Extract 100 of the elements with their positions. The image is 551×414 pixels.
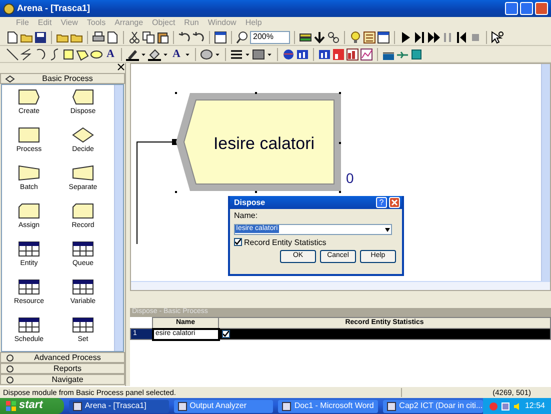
selection-handle[interactable] — [339, 142, 341, 144]
app-icon — [72, 402, 82, 410]
ellipse-icon[interactable] — [90, 48, 103, 60]
palette-icon[interactable] — [200, 48, 213, 60]
globe-icon[interactable] — [282, 48, 295, 60]
taskbar-button[interactable]: Cap2 ICT (Doar in citi... — [383, 400, 483, 412]
help-button[interactable]: ? — [376, 197, 387, 208]
table-module-icon[interactable] — [18, 279, 40, 295]
printer-icon[interactable] — [92, 30, 105, 44]
task-label: Arena - [Trasca1] — [84, 401, 146, 411]
window-title: Arena - [Trasca1] — [17, 3, 90, 14]
save-icon[interactable] — [34, 30, 47, 44]
dispose-module-shape[interactable] — [176, 93, 341, 191]
panel-title: Basic Process — [41, 74, 94, 84]
dropdown-caret-icon — [384, 226, 391, 233]
pattern-icon[interactable] — [252, 48, 265, 60]
line-icon[interactable] — [6, 48, 19, 60]
table-module-icon[interactable] — [18, 241, 40, 257]
paste-icon[interactable] — [156, 30, 169, 44]
table-module-icon[interactable] — [72, 241, 94, 257]
arc-icon[interactable] — [34, 48, 47, 60]
windows-logo-icon — [6, 401, 16, 411]
close-button[interactable] — [535, 2, 548, 15]
panel-header[interactable]: Advanced Process — [0, 352, 125, 363]
module-label: Iesire calatori — [213, 134, 315, 153]
down-arrow-icon[interactable] — [313, 30, 326, 44]
rectangle-icon[interactable] — [62, 48, 75, 60]
fill-color-icon[interactable] — [148, 48, 161, 60]
selection-handle[interactable] — [175, 191, 177, 193]
station-icon[interactable] — [410, 48, 423, 60]
rewind-icon[interactable] — [455, 30, 468, 44]
start-button[interactable]: start — [0, 398, 64, 414]
selection-handle[interactable] — [339, 191, 341, 193]
line-width-icon[interactable] — [230, 48, 243, 60]
app-icon — [178, 402, 187, 410]
list-icon[interactable] — [363, 30, 376, 44]
bar-chart-icon[interactable] — [332, 48, 345, 60]
taskbar-button[interactable]: Output Analyzer — [174, 400, 274, 412]
module-shape-icon[interactable] — [18, 165, 40, 181]
copy-icon[interactable] — [142, 30, 155, 44]
line-color-icon[interactable] — [126, 48, 139, 60]
panel-header[interactable]: Navigate — [0, 374, 125, 385]
text-tool[interactable]: A — [104, 48, 117, 60]
table-module-icon[interactable] — [72, 279, 94, 295]
chart-icon[interactable] — [296, 48, 309, 60]
vertical-scrollbar[interactable] — [114, 85, 123, 351]
module-shape-icon[interactable] — [18, 127, 40, 143]
window-icon[interactable] — [214, 30, 227, 44]
field-label: Name: — [234, 211, 259, 221]
module-shape-icon[interactable] — [18, 89, 40, 105]
module-shape-icon[interactable] — [72, 89, 94, 105]
module-shape-icon[interactable] — [72, 165, 94, 181]
polygon-icon[interactable] — [76, 48, 89, 60]
task-label: Output Analyzer — [190, 401, 247, 411]
bulb-icon[interactable] — [349, 30, 362, 44]
vertical-scrollbar[interactable] — [541, 64, 550, 281]
panel-header[interactable]: Reports — [0, 363, 125, 374]
curve-icon[interactable] — [48, 48, 61, 60]
undo-icon[interactable] — [192, 30, 205, 44]
close-button[interactable] — [389, 197, 400, 208]
diamond-module-icon[interactable] — [72, 127, 94, 143]
step-icon[interactable] — [413, 30, 426, 44]
panel-title: Reports — [52, 364, 82, 374]
selection-handle[interactable] — [175, 92, 177, 94]
taskbar-button[interactable]: Arena - [Trasca1] — [68, 400, 169, 412]
start-label: start — [19, 399, 43, 413]
horizontal-scrollbar[interactable] — [131, 281, 550, 290]
taskbar-button[interactable]: Doc1 - Microsoft Word — [278, 400, 378, 412]
app-icon — [282, 402, 292, 410]
polyline-icon[interactable] — [20, 48, 33, 60]
chart-icon[interactable] — [318, 48, 331, 60]
maximize-button[interactable] — [520, 2, 533, 15]
layers-icon[interactable] — [299, 30, 312, 44]
connect-icon[interactable] — [327, 30, 340, 44]
undo-icon[interactable] — [178, 30, 191, 44]
zoom-icon[interactable] — [236, 30, 249, 44]
task-label: Doc1 - Microsoft Word — [294, 401, 374, 411]
minimize-button[interactable] — [505, 2, 518, 15]
app-icon — [387, 402, 396, 410]
plot-icon[interactable] — [360, 48, 373, 60]
selection-handle[interactable] — [255, 191, 257, 193]
text-color-tool[interactable]: A — [170, 48, 183, 60]
close-icon[interactable] — [117, 63, 125, 71]
module-shape-icon[interactable] — [72, 203, 94, 219]
selection-handle[interactable] — [339, 92, 341, 94]
checkbox[interactable] — [234, 238, 242, 246]
window-icon[interactable] — [377, 30, 390, 44]
histogram-icon[interactable] — [346, 48, 359, 60]
check-icon — [235, 239, 241, 246]
network-icon[interactable] — [500, 402, 510, 410]
zoom-combo[interactable]: 200% — [250, 30, 290, 44]
module-shape-icon[interactable] — [18, 203, 40, 219]
table-module-icon[interactable] — [18, 317, 40, 333]
panel-header[interactable]: Basic Process — [0, 73, 125, 84]
selection-handle[interactable] — [255, 92, 257, 94]
table-checkbox[interactable] — [222, 330, 230, 338]
table-module-icon[interactable] — [72, 317, 94, 333]
help-pointer-icon[interactable] — [491, 30, 504, 44]
cut-icon[interactable] — [128, 30, 141, 44]
panel-title: Navigate — [50, 374, 84, 384]
